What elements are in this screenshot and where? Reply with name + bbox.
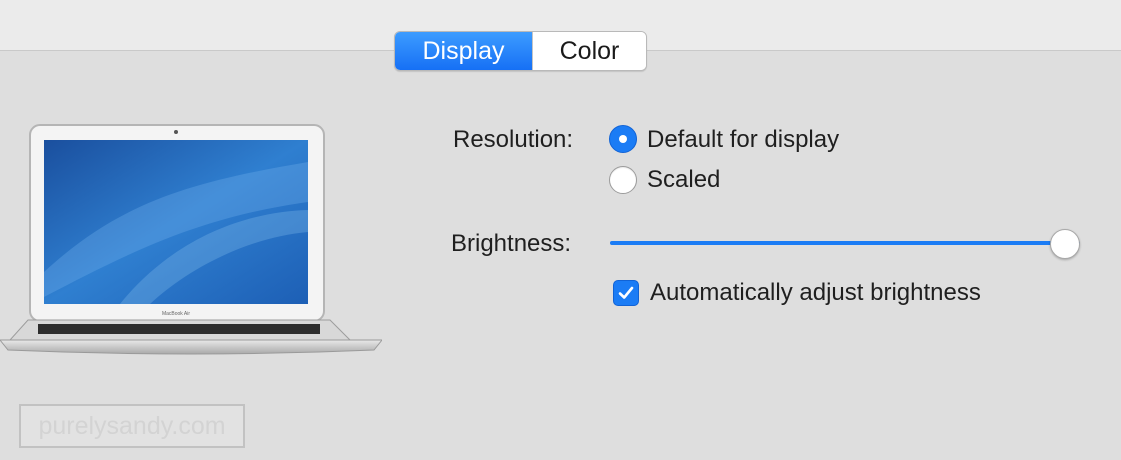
option-default-for-display-label[interactable]: Default for display (647, 126, 839, 154)
watermark-text: purelysandy.com (19, 404, 245, 448)
auto-brightness-label[interactable]: Automatically adjust brightness (650, 279, 981, 307)
option-scaled-label[interactable]: Scaled (647, 166, 720, 194)
brightness-label: Brightness: (451, 230, 572, 257)
laptop-icon: MacBook Air (0, 124, 382, 355)
resolution-label: Resolution: (453, 126, 574, 153)
auto-brightness-checkbox[interactable] (613, 280, 639, 306)
brightness-slider-track[interactable] (610, 241, 1080, 245)
device-name-label: MacBook Air (162, 311, 190, 317)
tab-color[interactable]: Color (532, 32, 646, 70)
radio-default-for-display[interactable] (609, 125, 637, 153)
radio-scaled[interactable] (609, 166, 637, 194)
brightness-slider-fill (610, 241, 1080, 245)
brightness-slider-thumb[interactable] (1050, 229, 1080, 259)
tab-display[interactable]: Display (395, 32, 532, 70)
segmented-tab-control: Display Color (394, 31, 647, 71)
checkmark-icon (618, 286, 634, 299)
